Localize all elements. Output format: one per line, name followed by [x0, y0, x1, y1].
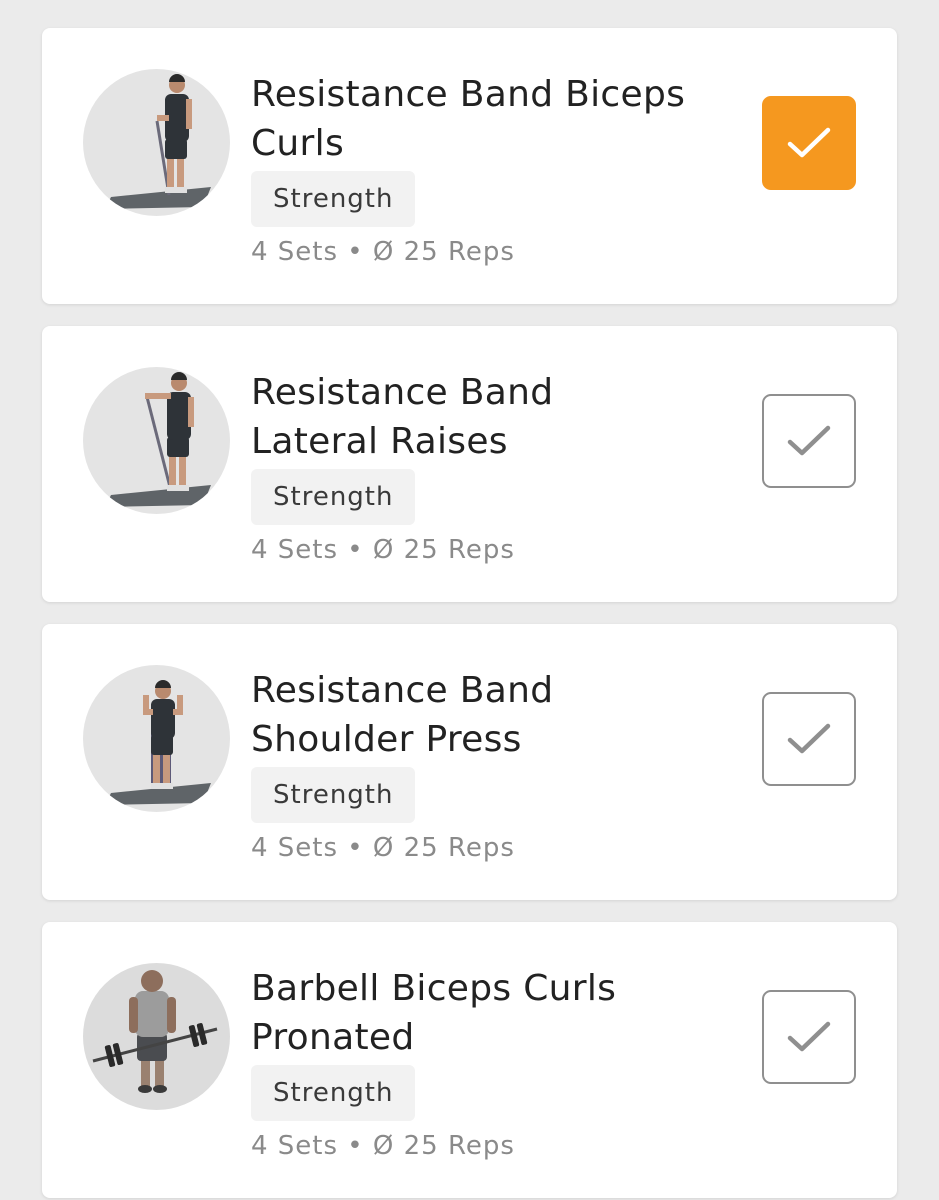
exercise-card[interactable]: Resistance Band Lateral Raises Strength … — [42, 326, 897, 602]
exercise-card[interactable]: Resistance Band Biceps Curls Strength 4 … — [42, 28, 897, 304]
exercise-title-line: Pronated — [251, 1017, 415, 1058]
exercise-card[interactable]: Barbell Biceps Curls Pronated Strength 4… — [42, 922, 897, 1198]
exercise-title-line: Resistance Band — [251, 372, 554, 413]
checkmark-icon — [787, 425, 831, 456]
exercise-title: Resistance Band Lateral Raises — [251, 368, 731, 466]
exercise-info: Resistance Band Lateral Raises Strength … — [251, 368, 731, 565]
checkmark-icon — [787, 1021, 831, 1052]
exercise-title-line: Barbell Biceps Curls — [251, 968, 617, 1009]
category-tag: Strength — [251, 171, 416, 227]
band-lateral-raise-figure-icon — [83, 367, 230, 514]
completion-checkbox[interactable] — [762, 990, 856, 1084]
sets-reps-info: 4 Sets • Ø 25 Reps — [251, 1131, 515, 1161]
category-tag: Strength — [251, 767, 416, 823]
sets-reps-info: 4 Sets • Ø 25 Reps — [251, 237, 515, 267]
completion-checkbox[interactable] — [762, 394, 856, 488]
exercise-title: Barbell Biceps Curls Pronated — [251, 964, 731, 1062]
checkmark-icon — [787, 723, 831, 754]
exercise-title-line: Resistance Band Biceps — [251, 74, 686, 115]
exercise-title-line: Curls — [251, 123, 345, 164]
exercise-title: Resistance Band Shoulder Press — [251, 666, 731, 764]
band-shoulder-press-figure-icon — [83, 665, 230, 812]
barbell-curl-figure-icon — [83, 963, 230, 1110]
completion-checkbox[interactable] — [762, 692, 856, 786]
category-tag: Strength — [251, 469, 416, 525]
sets-reps-info: 4 Sets • Ø 25 Reps — [251, 833, 515, 863]
band-biceps-curl-figure-icon — [83, 69, 230, 216]
exercise-title-line: Resistance Band — [251, 670, 554, 711]
exercise-info: Resistance Band Biceps Curls Strength 4 … — [251, 70, 731, 267]
completion-checkbox[interactable] — [762, 96, 856, 190]
exercise-title-line: Shoulder Press — [251, 719, 522, 760]
exercise-list: Resistance Band Biceps Curls Strength 4 … — [42, 28, 897, 1198]
exercise-info: Resistance Band Shoulder Press Strength … — [251, 666, 731, 863]
category-tag: Strength — [251, 1065, 416, 1121]
sets-reps-info: 4 Sets • Ø 25 Reps — [251, 535, 515, 565]
exercise-title-line: Lateral Raises — [251, 421, 508, 462]
exercise-card[interactable]: Resistance Band Shoulder Press Strength … — [42, 624, 897, 900]
exercise-title: Resistance Band Biceps Curls — [251, 70, 731, 168]
exercise-info: Barbell Biceps Curls Pronated Strength 4… — [251, 964, 731, 1161]
checkmark-icon — [787, 127, 831, 158]
